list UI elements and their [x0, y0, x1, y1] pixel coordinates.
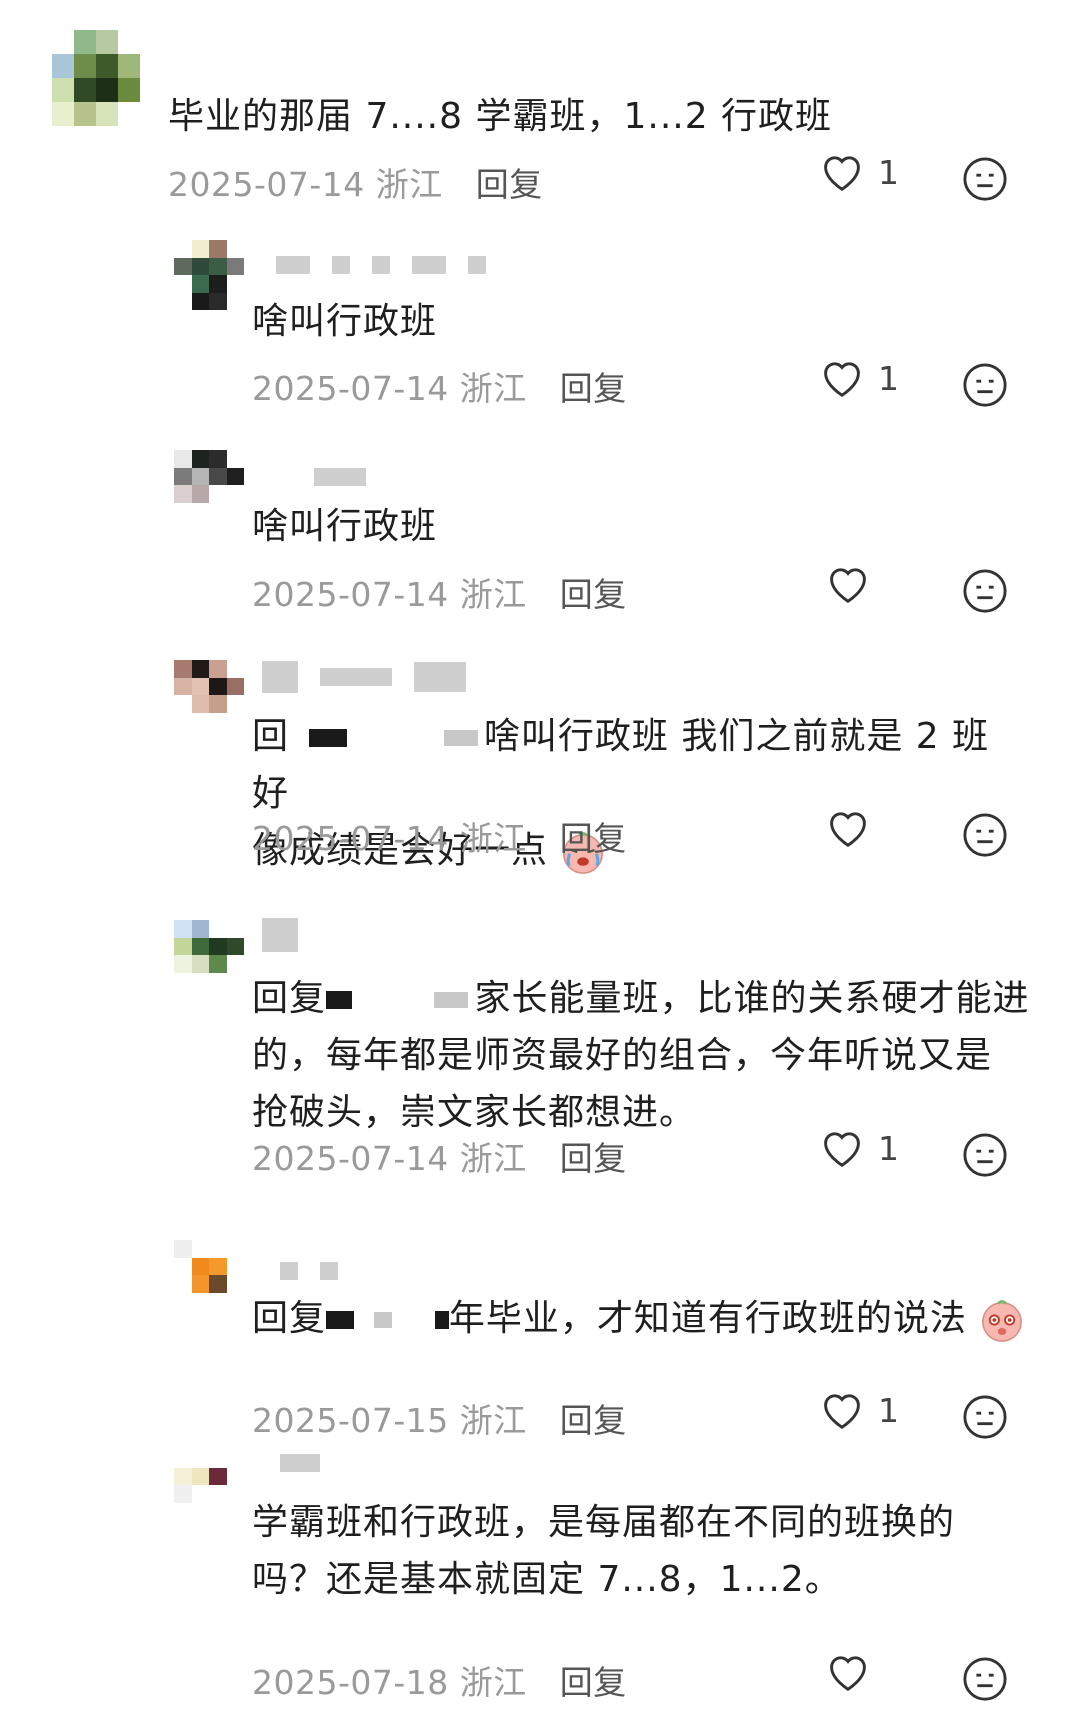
reply-button[interactable]: 回复: [560, 575, 627, 614]
like-count: 1: [878, 1390, 899, 1430]
comment-date: 2025-07-15: [252, 1401, 449, 1440]
comment-date: 2025-07-14: [252, 575, 449, 614]
comment-location: 浙江: [459, 1401, 527, 1440]
reply-prefix: 回复: [252, 978, 327, 1019]
neutral-face-icon[interactable]: [962, 362, 1008, 408]
like-count: 1: [878, 1128, 899, 1168]
reply-button[interactable]: 回复: [560, 1401, 627, 1440]
like-count: 1: [878, 358, 899, 398]
reply-prefix: 回: [252, 716, 290, 757]
username-blurred: [262, 661, 466, 693]
avatar[interactable]: [174, 1450, 244, 1520]
heart-outline-icon: [824, 1394, 860, 1429]
comment-location: 浙江: [459, 819, 527, 858]
comment-meta: 2025-07-14 浙江 回复: [252, 1132, 627, 1180]
avatar[interactable]: [174, 450, 244, 520]
mention-redacted: [326, 1311, 355, 1329]
heart-outline-icon: [830, 812, 866, 847]
comment-text: 学霸班和行政班，是每届都在不同的班换的 吗？还是基本就固定 7...8，1...…: [252, 1494, 1032, 1608]
like-count: 1: [878, 152, 899, 192]
comment-location: 浙江: [459, 575, 527, 614]
comment-line: 抢破头，崇文家长都想进。: [252, 1092, 697, 1133]
comment-text: 回复 家长能量班，比谁的关系硬才能进 的，每年都是师资最好的组合，今年听说又是 …: [252, 970, 1032, 1141]
neutral-face-icon[interactable]: [962, 1394, 1008, 1440]
like-button[interactable]: 1: [820, 152, 899, 192]
neutral-face-icon[interactable]: [962, 1132, 1008, 1178]
comment-date: 2025-07-14: [252, 369, 449, 408]
mention-redacted: [434, 1311, 449, 1329]
mention-redacted: [434, 992, 469, 1008]
comment-meta: 2025-07-14 浙江 回复: [168, 158, 543, 206]
avatar[interactable]: [174, 660, 244, 730]
comment-location: 浙江: [375, 165, 443, 204]
avatar[interactable]: [52, 30, 140, 126]
comment-text: 回复 年毕业，才知道有行政班的说法: [252, 1290, 1032, 1347]
heart-outline-icon: [830, 568, 866, 603]
comment-line: 吗？还是基本就固定 7...8，1...2。: [252, 1559, 842, 1600]
reply-button[interactable]: 回复: [560, 819, 627, 858]
comment-text: 啥叫行政班: [252, 506, 438, 547]
username-blurred: [280, 1454, 320, 1472]
heart-outline-icon: [824, 156, 860, 191]
like-button[interactable]: [826, 564, 870, 604]
comment-date: 2025-07-14: [252, 819, 449, 858]
mention-redacted: [374, 1312, 393, 1328]
username-blurred: [262, 918, 298, 952]
reply-button[interactable]: 回复: [560, 1663, 627, 1702]
comment-text: 毕业的那届 7....8 学霸班，1...2 行政班: [168, 96, 833, 137]
reply-prefix: 回复: [252, 1298, 327, 1339]
like-button[interactable]: 1: [820, 358, 899, 398]
avatar[interactable]: [174, 1240, 244, 1310]
comment-date: 2025-07-18: [252, 1663, 449, 1702]
mention-redacted: [326, 991, 353, 1009]
like-button[interactable]: 1: [820, 1128, 899, 1168]
neutral-face-icon[interactable]: [962, 812, 1008, 858]
comment-date: 2025-07-14: [252, 1139, 449, 1178]
comment-location: 浙江: [459, 1663, 527, 1702]
comment-line: 啥叫行政班 我们之前就是 2 班 好: [252, 716, 990, 814]
avatar[interactable]: [174, 920, 244, 990]
mention-redacted: [443, 730, 478, 746]
heart-outline-icon: [830, 1656, 866, 1691]
comment-date: 2025-07-14: [168, 165, 365, 204]
avatar[interactable]: [174, 240, 244, 310]
comment-meta: 2025-07-18 浙江 回复: [252, 1656, 627, 1704]
comment-text: 啥叫行政班: [252, 301, 438, 342]
comment-line: 学霸班和行政班，是每届都在不同的班换的: [252, 1502, 956, 1543]
like-button[interactable]: [826, 808, 870, 848]
mention-redacted: [309, 729, 348, 747]
heart-outline-icon: [824, 1132, 860, 1167]
comment-meta: 2025-07-14 浙江 回复: [252, 812, 627, 860]
comment-line: 的，每年都是师资最好的组合，今年听说又是: [252, 1035, 993, 1076]
comment-meta: 2025-07-14 浙江 回复: [252, 362, 627, 410]
comment-location: 浙江: [459, 369, 527, 408]
reply-button[interactable]: 回复: [476, 165, 543, 204]
comment-meta: 2025-07-15 浙江 回复: [252, 1394, 627, 1442]
neutral-face-icon[interactable]: [962, 1656, 1008, 1702]
neutral-face-icon[interactable]: [962, 156, 1008, 202]
username-blurred: [276, 256, 486, 274]
reply-button[interactable]: 回复: [560, 369, 627, 408]
username-blurred: [314, 468, 366, 486]
like-button[interactable]: 1: [820, 1390, 899, 1430]
comment-meta: 2025-07-14 浙江 回复: [252, 568, 627, 616]
like-button[interactable]: [826, 1652, 870, 1692]
neutral-face-icon[interactable]: [962, 568, 1008, 614]
username-blurred: [280, 1262, 338, 1280]
heart-outline-icon: [824, 362, 860, 397]
shy-face-emoji: [982, 1300, 1023, 1342]
reply-button[interactable]: 回复: [560, 1139, 627, 1178]
comment-line: 家长能量班，比谁的关系硬才能进: [474, 978, 1030, 1019]
comment-location: 浙江: [459, 1139, 527, 1178]
comment-line: 年毕业，才知道有行政班的说法: [448, 1298, 967, 1339]
